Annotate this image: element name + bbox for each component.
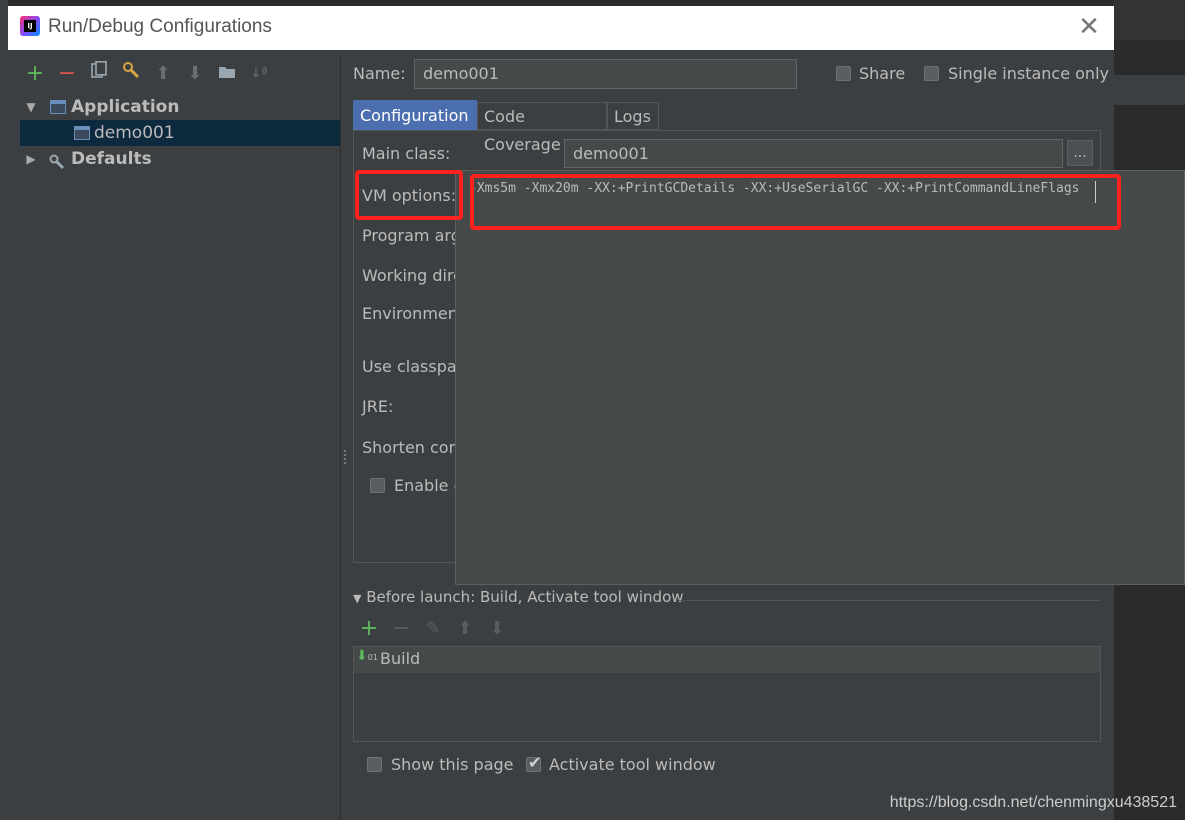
configuration-tree-panel: + − ⬆ ⬇ ↓ª ▼ Application demo001 ▶ Defau…	[20, 56, 341, 820]
splitter-handle[interactable]	[343, 448, 347, 468]
show-page-label: Show this page	[391, 755, 514, 774]
show-page-checkbox[interactable]	[367, 757, 382, 772]
highlight-box-vm-value	[470, 174, 1121, 230]
expand-arrow-icon[interactable]: ▼	[24, 94, 38, 120]
tree-item-application[interactable]: ▼ Application	[20, 94, 340, 120]
tree-item-defaults[interactable]: ▶ Defaults	[20, 146, 340, 172]
environment-label: Environment	[362, 304, 465, 323]
application-icon	[50, 100, 66, 114]
application-icon	[74, 126, 90, 140]
tab-configuration[interactable]: Configuration	[353, 100, 477, 130]
copy-icon[interactable]	[88, 60, 110, 88]
share-label: Share	[859, 64, 906, 83]
single-instance-checkbox[interactable]	[924, 66, 939, 81]
before-launch-title: Before launch: Build, Activate tool wind…	[366, 588, 684, 606]
single-instance-label: Single instance only	[948, 64, 1109, 83]
move-up-icon[interactable]: ⬆	[152, 60, 174, 88]
jre-label: JRE:	[362, 397, 394, 416]
main-class-label: Main class:	[362, 144, 451, 163]
collapse-arrow-icon[interactable]: ▶	[24, 146, 38, 172]
collapse-triangle-icon: ▼	[353, 592, 362, 605]
enable-capture-checkbox[interactable]	[370, 478, 385, 493]
vm-options-expanded-editor[interactable]: -Xms5m -Xmx20m -XX:+PrintGCDetails -XX:+…	[455, 170, 1185, 585]
wrench-icon	[48, 152, 65, 170]
move-task-up-icon[interactable]: ⬆	[454, 615, 476, 643]
name-field[interactable]: demo001	[414, 59, 797, 89]
separator	[678, 600, 1101, 601]
add-icon[interactable]: +	[24, 60, 46, 88]
build-icon: ⬇01	[356, 648, 378, 664]
background-ide-strip	[1114, 0, 1185, 40]
name-label: Name:	[353, 64, 406, 83]
edit-task-icon[interactable]: ✎	[422, 615, 444, 643]
browse-main-class-button[interactable]: ...	[1067, 140, 1093, 166]
remove-task-icon[interactable]: −	[390, 615, 412, 643]
remove-icon[interactable]: −	[56, 60, 78, 88]
watermark: https://blog.csdn.net/chenmingxu438521	[889, 794, 1177, 811]
tree-item-label: Application	[71, 97, 180, 117]
tree-item-label: Defaults	[71, 149, 152, 169]
before-launch-header[interactable]: ▼ Before launch: Build, Activate tool wi…	[353, 588, 684, 606]
settings-icon[interactable]	[120, 60, 142, 88]
intellij-icon: IJ	[20, 16, 40, 36]
main-class-field[interactable]: demo001	[564, 139, 1063, 168]
activate-tool-window-label: Activate tool window	[549, 755, 716, 774]
share-checkbox[interactable]	[836, 66, 851, 81]
tab-code-coverage[interactable]: Code Coverage	[477, 102, 607, 154]
move-task-down-icon[interactable]: ⬇	[486, 615, 508, 643]
close-icon[interactable]: ✕	[1076, 14, 1102, 40]
tab-logs[interactable]: Logs	[607, 102, 659, 130]
background-ide-left	[0, 0, 8, 820]
add-task-icon[interactable]: +	[358, 615, 380, 643]
build-label: Build	[380, 649, 421, 668]
sort-icon[interactable]: ↓ª	[248, 60, 270, 88]
list-item-build[interactable]: ⬇01 Build	[354, 647, 1100, 673]
folder-icon[interactable]	[216, 60, 238, 88]
background-ide-bar	[1114, 75, 1185, 106]
tree-item-demo001[interactable]: demo001	[20, 120, 340, 146]
title-bar: IJ Run/Debug Configurations ✕	[8, 6, 1114, 50]
working-dir-label: Working dire	[362, 266, 464, 285]
before-launch-list: ⬇01 Build	[353, 646, 1101, 742]
move-down-icon[interactable]: ⬇	[184, 60, 206, 88]
highlight-box-vm-label	[355, 170, 463, 220]
dialog-title: Run/Debug Configurations	[48, 16, 272, 37]
tree-item-label: demo001	[94, 123, 175, 143]
activate-tool-window-checkbox[interactable]	[526, 753, 541, 772]
